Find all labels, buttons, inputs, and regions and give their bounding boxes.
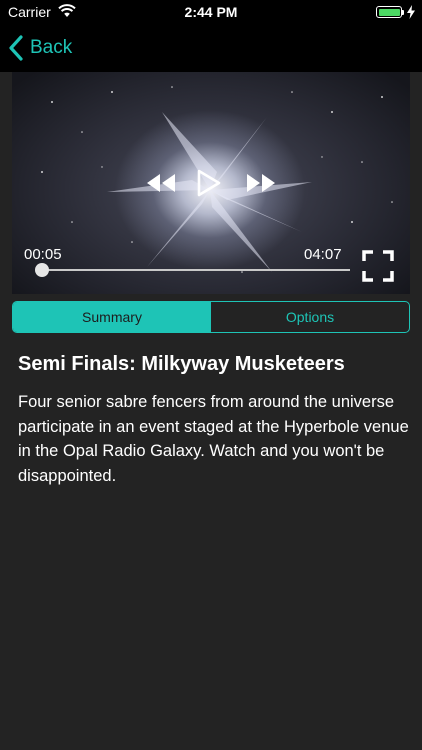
- current-time: 00:05: [24, 246, 62, 263]
- back-button[interactable]: Back: [8, 34, 72, 62]
- fullscreen-icon[interactable]: [362, 250, 394, 282]
- video-player[interactable]: 00:05 04:07: [12, 72, 410, 294]
- battery-nub: [402, 10, 404, 15]
- progress-track[interactable]: [36, 269, 350, 271]
- back-label: Back: [30, 37, 73, 58]
- duration-time: 04:07: [304, 246, 342, 263]
- event-title: Semi Finals: Milkyway Musketeers: [18, 353, 345, 375]
- status-bar: Carrier 2:44 PM: [0, 0, 422, 24]
- segmented-control: Summary Options: [12, 301, 410, 333]
- event-description: Four senior sabre fencers from around th…: [18, 393, 409, 485]
- fast-forward-icon[interactable]: [246, 173, 276, 193]
- play-icon[interactable]: [196, 169, 222, 197]
- navigation-bar: Back: [0, 24, 422, 72]
- rewind-icon[interactable]: [146, 173, 176, 193]
- tab-summary[interactable]: Summary: [13, 302, 211, 332]
- tab-options[interactable]: Options: [211, 302, 409, 332]
- chevron-left-icon: [9, 35, 23, 61]
- charging-bolt-icon: [407, 5, 415, 19]
- battery-icon: [376, 6, 402, 18]
- status-time: 2:44 PM: [184, 4, 238, 20]
